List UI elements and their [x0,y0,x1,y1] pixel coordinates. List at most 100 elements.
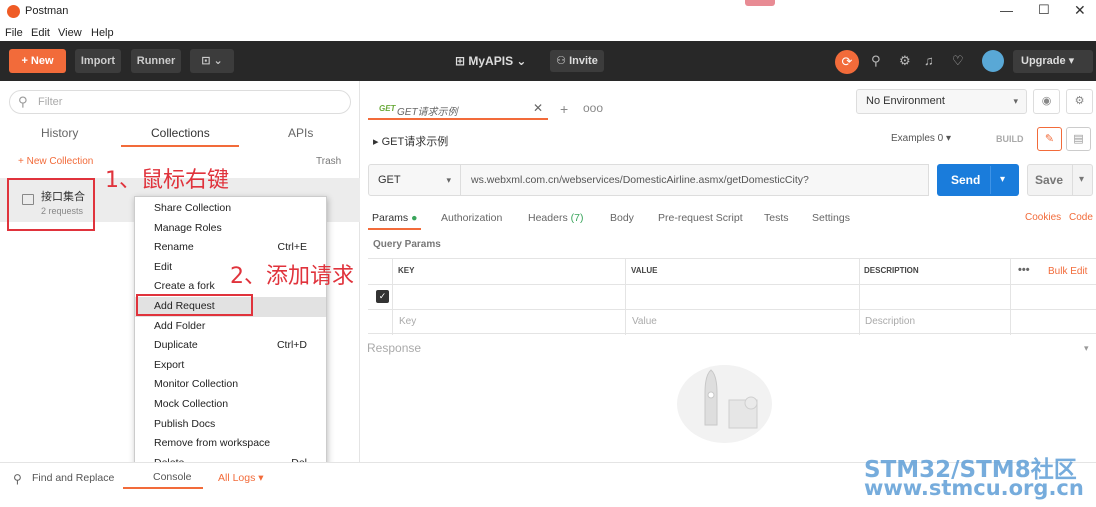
request-title[interactable]: ▸ GET请求示例 [373,133,448,149]
sync-icon[interactable]: ⟳ [835,50,859,74]
tab-options-icon[interactable]: ooo [583,101,603,115]
menu-item-add-folder[interactable]: Add Folder [135,317,326,337]
menu-item-publish-docs[interactable]: Publish Docs [135,415,326,435]
url-input[interactable]: ws.webxml.com.cn/webservices/DomesticAir… [461,164,929,196]
settings-gear-icon[interactable]: ⚙ [899,53,911,69]
examples-dropdown[interactable]: Examples 0 ▾ [891,133,951,144]
table-divider [368,284,1096,285]
menu-edit[interactable]: Edit [31,27,50,39]
eye-icon[interactable]: ◉ [1033,89,1060,114]
menu-item-label: Share Collection [154,202,232,214]
annotation-step1: 1、鼠标右键 [105,168,229,193]
menu-item-label: Export [154,358,185,371]
chevron-down-icon: ▾ [1013,96,1018,106]
import-button[interactable]: Import [75,49,121,73]
cookies-link[interactable]: Cookies [1025,212,1061,223]
layout-toggle-button[interactable]: ⊡ ⌄ [190,49,234,73]
code-link[interactable]: Code [1069,212,1093,223]
annotation-step2: 2、添加请求 [230,264,354,289]
active-tab-indicator [121,145,239,147]
column-description: DESCRIPTION [864,266,919,275]
description-input[interactable]: Description [865,316,915,327]
tab-authorization[interactable]: Authorization [441,212,502,224]
menu-item-label: Manage Roles [154,221,222,234]
new-collection-link[interactable]: + New Collection [18,156,93,167]
heart-icon[interactable]: ♡ [952,53,964,69]
main-toolbar: + New Import Runner ⊡ ⌄ ⊞ MyAPIS ⌄ ⚇ Inv… [0,41,1096,81]
edit-pencil-icon[interactable]: ✎ [1037,127,1062,151]
notification-bell-icon[interactable]: ♫ [924,53,934,68]
new-tab-icon[interactable]: + [560,101,568,117]
menu-file[interactable]: File [5,27,23,39]
search-icon: ⚲ [13,472,22,486]
save-options-icon[interactable]: ▾ [1072,165,1084,195]
search-icon: ⚲ [18,94,28,109]
build-mode[interactable]: BUILD [996,134,1024,144]
filter-placeholder: Filter [38,96,63,108]
request-tab-method: GET [379,104,396,113]
tab-headers[interactable]: Headers (7) [528,212,583,224]
tab-close-icon[interactable]: ✕ [533,101,543,115]
satellite-icon[interactable]: ⚲ [871,53,881,69]
avatar[interactable] [982,50,1004,72]
tab-body[interactable]: Body [610,212,634,224]
tab-collections[interactable]: Collections [151,126,210,140]
value-input[interactable]: Value [632,316,657,327]
environment-select[interactable]: No Environment ▾ [856,89,1027,114]
more-options-icon[interactable]: ••• [1018,264,1030,276]
request-tab-name: GET请求示例 [397,107,458,118]
menu-item-duplicate[interactable]: Duplicate Ctrl+D [135,336,326,356]
menu-item-manage-roles[interactable]: Manage Roles [135,219,326,239]
bulk-edit-link[interactable]: Bulk Edit [1048,266,1087,277]
title-bar: Postman — ☐ ✕ [0,0,1096,24]
tab-prerequest-script[interactable]: Pre-request Script [658,212,743,224]
tab-settings[interactable]: Settings [812,212,850,224]
tab-params[interactable]: Params ● [372,212,417,224]
window-title: Postman [25,5,69,17]
watermark-line2: www.stmcu.org.cn [864,476,1084,500]
menu-item-label: Publish Docs [154,417,216,430]
menu-item-label: Duplicate [154,339,198,352]
menu-item-rename[interactable]: Rename Ctrl+E [135,238,326,258]
filter-input[interactable]: ⚲ Filter [9,90,351,114]
key-input[interactable]: Key [399,316,416,327]
chevron-down-icon[interactable]: ▾ [1084,343,1089,354]
maximize-button[interactable]: ☐ [1038,2,1050,18]
menu-item-mock-collection[interactable]: Mock Collection [135,395,326,415]
comment-icon[interactable]: ▤ [1066,127,1091,151]
rocket-illustration-icon [677,365,772,443]
save-button[interactable]: Save ▾ [1027,164,1093,196]
tab-tests[interactable]: Tests [764,212,789,224]
menu-view[interactable]: View [58,27,82,39]
all-logs-dropdown[interactable]: All Logs ▾ [218,472,264,484]
headers-count: (7) [570,212,584,224]
method-select[interactable]: GET ▾ [368,164,461,196]
trash-link[interactable]: Trash [316,156,341,167]
menu-item-label: Remove from workspace [154,437,271,450]
minimize-button[interactable]: — [1000,3,1013,18]
menu-help[interactable]: Help [91,27,114,39]
table-divider [392,259,393,335]
new-button[interactable]: + New [9,49,66,73]
menu-item-monitor-collection[interactable]: Monitor Collection [135,375,326,395]
find-replace-button[interactable]: Find and Replace [32,472,114,484]
pinned-indicator [745,0,775,6]
tab-apis[interactable]: APIs [288,126,313,140]
table-divider [625,259,626,335]
upgrade-button[interactable]: Upgrade ▾ [1013,50,1093,73]
close-button[interactable]: ✕ [1074,2,1086,19]
workspace-selector[interactable]: ⊞ MyAPIS ⌄ [455,54,526,68]
invite-button[interactable]: ⚇ Invite [550,50,604,72]
menu-item-export[interactable]: Export [135,356,326,376]
request-tab[interactable]: GET GET请求示例 ✕ [368,96,548,120]
menu-item-label: Monitor Collection [154,378,239,391]
param-checkbox[interactable]: ✓ [376,290,389,303]
send-button[interactable]: Send ▾ [937,164,1019,196]
sliders-icon[interactable]: ⚙ [1066,89,1093,114]
tab-history[interactable]: History [41,126,78,140]
send-options-icon[interactable]: ▾ [1000,164,1005,196]
runner-button[interactable]: Runner [131,49,181,73]
menu-item-remove-from-workspace[interactable]: Remove from workspace [135,434,326,454]
console-button[interactable]: Console [153,471,192,483]
menu-item-share-collection[interactable]: Share Collection [135,199,326,219]
